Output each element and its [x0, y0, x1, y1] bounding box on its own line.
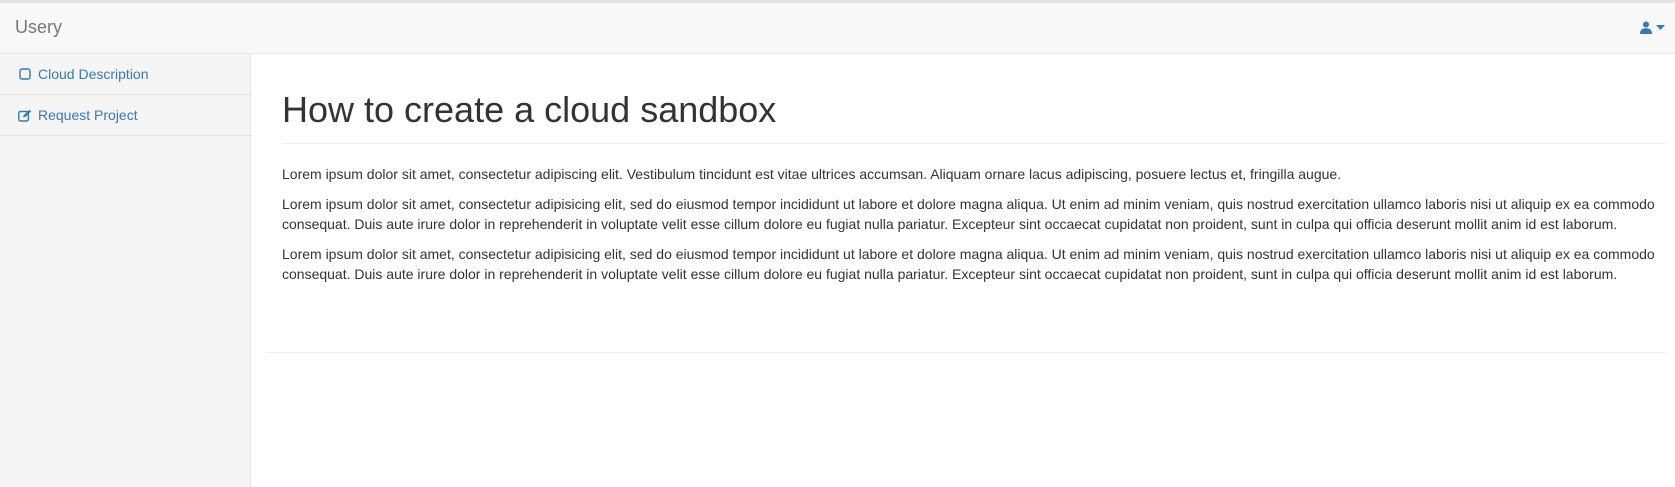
paragraph-2: Lorem ipsum dolor sit amet, consectetur …: [282, 196, 1655, 232]
top-navbar: Usery: [0, 0, 1675, 54]
paragraph-3: Lorem ipsum dolor sit amet, consectetur …: [282, 246, 1655, 282]
brand-link[interactable]: Usery: [15, 17, 62, 37]
caret-down-icon: [1656, 24, 1665, 31]
sidebar-item-request-project[interactable]: Request Project: [0, 95, 250, 136]
main-content: How to create a cloud sandbox Lorem ipsu…: [266, 64, 1666, 353]
user-menu-dropdown[interactable]: [1640, 21, 1665, 34]
user-icon: [1640, 21, 1652, 34]
paragraph-1: Lorem ipsum dolor sit amet, consectetur …: [282, 166, 1342, 182]
edit-icon: [18, 108, 32, 122]
sidebar-item-label: Cloud Description: [38, 66, 149, 82]
square-outline-icon: [18, 67, 32, 81]
sidebar-item-cloud-description[interactable]: Cloud Description: [0, 54, 250, 95]
sidebar-item-label: Request Project: [38, 107, 138, 123]
page-title: How to create a cloud sandbox: [282, 89, 777, 130]
title-divider: [282, 143, 1666, 144]
sidebar: Cloud Description Request Project: [0, 54, 251, 487]
